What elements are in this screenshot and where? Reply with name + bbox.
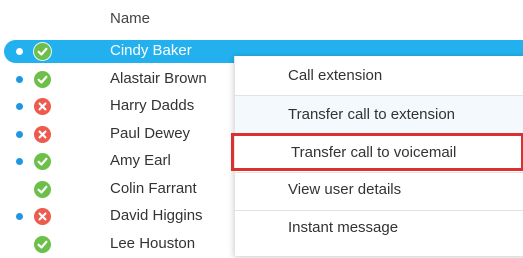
contact-name: David Higgins (110, 207, 203, 224)
presence-dot-icon (16, 76, 23, 83)
presence-dot-icon (16, 48, 23, 55)
check-circle-icon (34, 153, 51, 170)
contact-name: Paul Dewey (110, 125, 190, 142)
check-circle-icon (34, 236, 51, 253)
context-menu: Call extension Transfer call to extensio… (234, 56, 523, 256)
contact-name: Amy Earl (110, 152, 171, 169)
menu-item-instant-message[interactable]: Instant message (235, 209, 523, 247)
presence-dot-icon (16, 158, 23, 165)
contact-name: Alastair Brown (110, 70, 207, 87)
column-header-name[interactable]: Name (110, 10, 150, 27)
presence-dot-icon (16, 103, 23, 110)
check-circle-icon (34, 181, 51, 198)
presence-dot-icon (16, 213, 23, 220)
menu-item-view-user-details[interactable]: View user details (235, 171, 523, 209)
menu-item-call-extension[interactable]: Call extension (235, 57, 523, 95)
check-circle-icon (34, 43, 51, 60)
contact-name: Harry Dadds (110, 97, 194, 114)
contact-name: Lee Houston (110, 235, 195, 252)
x-circle-icon (34, 208, 51, 225)
contact-name: Cindy Baker (110, 42, 192, 59)
x-circle-icon (34, 126, 51, 143)
list-header: Name (0, 0, 523, 38)
menu-item-transfer-to-voicemail[interactable]: Transfer call to voicemail (231, 133, 523, 171)
check-circle-icon (34, 71, 51, 88)
presence-dot-icon (16, 131, 23, 138)
x-circle-icon (34, 98, 51, 115)
contact-name: Colin Farrant (110, 180, 197, 197)
menu-item-transfer-to-extension[interactable]: Transfer call to extension (235, 96, 523, 134)
